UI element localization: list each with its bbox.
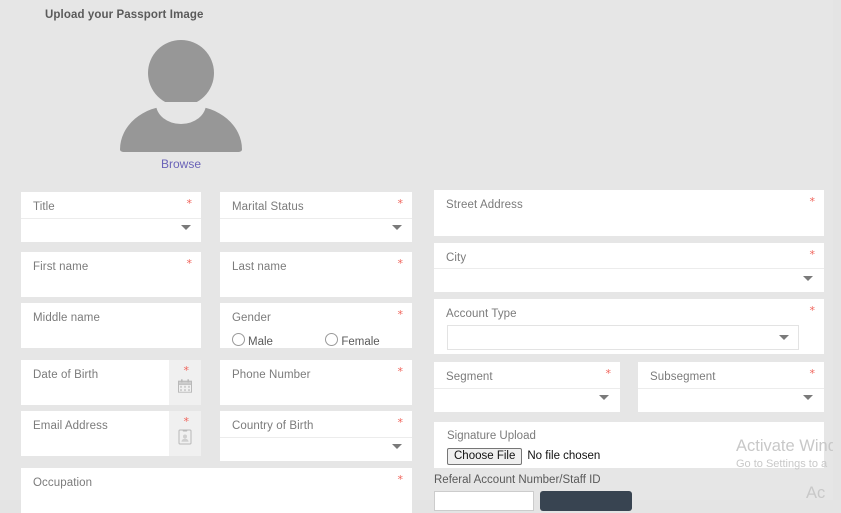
gender-option-female[interactable]: Female [325,333,380,348]
field-street-address-label: Street Address [446,199,523,211]
field-segment-label: Segment [446,371,493,383]
chevron-down-icon[interactable] [803,395,813,400]
field-account-type[interactable]: Account Type * [434,299,824,354]
field-account-type-label: Account Type [446,308,517,320]
field-middle-name-label: Middle name [33,312,100,324]
field-country-of-birth-underline [220,437,412,438]
field-city-label: City [446,252,467,264]
avatar-head-icon [148,40,214,106]
field-gender-label: Gender [232,312,271,324]
field-gender-required: * [397,308,404,321]
field-marital-status-underline [220,218,412,219]
chevron-down-icon[interactable] [599,395,609,400]
passport-avatar-placeholder[interactable] [120,40,242,152]
field-date-of-birth[interactable]: Date of Birth * [21,360,201,405]
field-first-name-required: * [186,257,193,270]
chevron-down-icon[interactable] [392,225,402,230]
field-marital-status-required: * [397,197,404,210]
field-phone-number[interactable]: Phone Number * [220,360,412,405]
referral-account-input[interactable] [434,491,534,511]
field-country-of-birth-required: * [397,416,404,429]
gender-radio-group[interactable]: Male Female [232,333,380,348]
browse-link[interactable]: Browse [120,157,242,171]
field-date-of-birth-required: * [183,364,190,377]
date-picker-button[interactable]: * [169,360,201,405]
gender-option-male[interactable]: Male [232,333,273,348]
field-signature-upload[interactable]: Signature Upload Choose File No file chos… [434,422,824,468]
calendar-icon [178,378,192,393]
chevron-down-icon[interactable] [392,444,402,449]
field-city-underline [434,268,824,269]
field-subsegment-required: * [809,367,816,380]
radio-male-icon[interactable] [232,333,245,346]
field-segment-underline [434,388,620,389]
field-street-address-required: * [809,195,816,208]
field-street-address[interactable]: Street Address * [434,190,824,236]
field-segment-required: * [605,367,612,380]
chevron-down-icon[interactable] [803,276,813,281]
field-title-required: * [186,197,193,210]
field-last-name-required: * [397,257,404,270]
field-account-type-required: * [809,304,816,317]
field-gender[interactable]: Gender * Male Female [220,303,412,348]
field-phone-number-required: * [397,365,404,378]
referral-account-label: Referal Account Number/Staff ID [434,474,601,486]
referral-submit-button[interactable] [540,491,632,511]
field-email-address[interactable]: Email Address * [21,411,201,456]
contact-card-icon [178,429,192,444]
chevron-down-icon[interactable] [779,335,789,340]
field-subsegment-underline [638,388,824,389]
field-title-underline [21,218,201,219]
field-marital-status-label: Marital Status [232,201,304,213]
field-country-of-birth-label: Country of Birth [232,420,314,432]
field-segment[interactable]: Segment * [434,362,620,412]
field-city[interactable]: City * [434,243,824,292]
field-first-name[interactable]: First name * [21,252,201,297]
gender-option-male-label: Male [248,336,273,348]
field-occupation[interactable]: Occupation * [21,468,412,513]
field-first-name-label: First name [33,261,89,273]
field-country-of-birth[interactable]: Country of Birth * [220,411,412,461]
activate-windows-watermark-secondary: Ac [806,484,826,502]
file-status-text: No file chosen [527,450,601,462]
field-email-address-required: * [183,415,190,428]
radio-female-icon[interactable] [325,333,339,346]
field-date-of-birth-label: Date of Birth [33,369,99,381]
chevron-down-icon[interactable] [181,225,191,230]
gender-option-female-label: Female [341,336,380,348]
field-phone-number-label: Phone Number [232,369,311,381]
field-marital-status[interactable]: Marital Status * [220,192,412,242]
field-subsegment-label: Subsegment [650,371,716,383]
field-email-address-label: Email Address [33,420,108,432]
choose-file-button[interactable]: Choose File [447,448,523,465]
registration-form-page: Upload your Passport Image Browse Title … [0,0,837,513]
signature-file-input[interactable]: Choose File No file chosen [447,446,600,465]
field-title-label: Title [33,201,55,213]
field-last-name-label: Last name [232,261,287,273]
page-right-margin [833,0,841,500]
field-middle-name[interactable]: Middle name [21,303,201,348]
field-city-required: * [809,248,816,261]
field-occupation-label: Occupation [33,477,93,489]
contact-picker-button[interactable]: * [169,411,201,456]
field-occupation-required: * [397,473,404,486]
upload-passport-title: Upload your Passport Image [45,9,204,21]
field-subsegment[interactable]: Subsegment * [638,362,824,412]
field-last-name[interactable]: Last name * [220,252,412,297]
account-type-select[interactable] [447,325,799,350]
signature-upload-label: Signature Upload [447,430,536,442]
field-title[interactable]: Title * [21,192,201,242]
